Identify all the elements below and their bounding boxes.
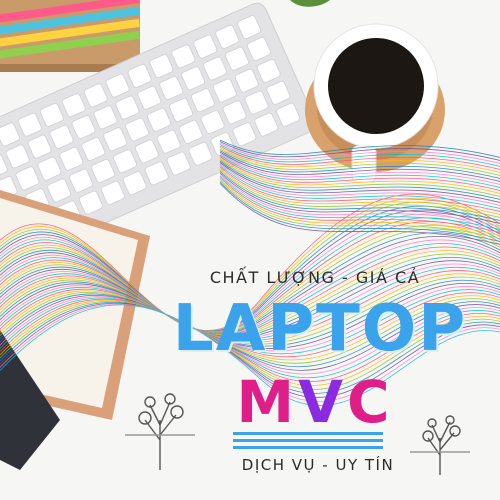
brand-letter-m: M — [236, 368, 299, 436]
brand-letter-v: V — [298, 368, 348, 436]
divider-line — [233, 446, 383, 449]
brand-sub: MVC — [170, 368, 460, 436]
pencils-illustration — [0, 0, 140, 72]
divider-line — [233, 432, 383, 435]
divider-line — [233, 439, 383, 442]
poster: CHẤT LƯỢNG - GIÁ CẢ LAPTOP MVC DỊCH VỤ -… — [0, 0, 500, 500]
wave-line — [219, 175, 500, 231]
notebook-illustration — [0, 190, 150, 470]
brand-letter-c: C — [347, 368, 394, 436]
tagline-top: CHẤT LƯỢNG - GIÁ CẢ — [209, 268, 421, 287]
brand-title: LAPTOP — [172, 292, 468, 366]
tagline-bottom: DỊCH VỤ - UY TÍN — [241, 456, 395, 474]
